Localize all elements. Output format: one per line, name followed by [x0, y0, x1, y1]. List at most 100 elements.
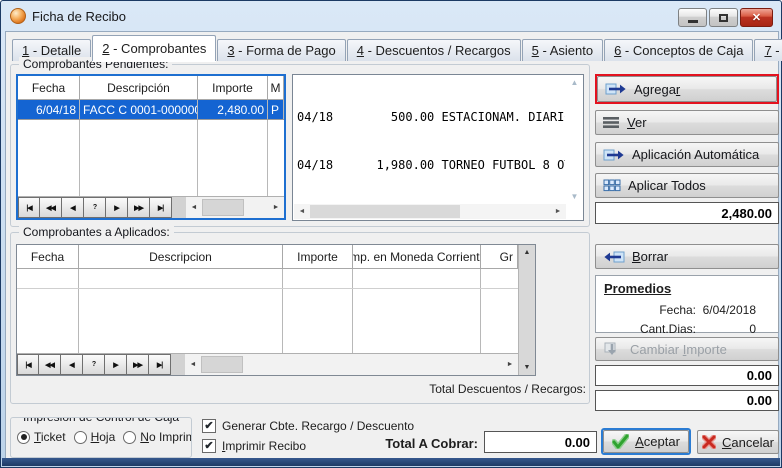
cell-importe: 2,480.00 [198, 100, 268, 119]
aplicacion-automatica-button[interactable]: Aplicación Automática [595, 142, 779, 167]
scroll-thumb[interactable] [310, 205, 460, 218]
scrollbar-filler [171, 354, 185, 375]
memo-vscrollbar[interactable]: ▲ ▼ [567, 76, 582, 203]
agregar-button[interactable]: Agregar [597, 76, 777, 102]
radio-no-imprimir[interactable]: No Imprimir [123, 430, 192, 444]
col-fecha[interactable]: Fecha [18, 76, 80, 100]
arrow-right-icon [605, 82, 627, 96]
pending-grid[interactable]: Fecha Descripción Importe M 6/04/18 FACC… [16, 74, 286, 220]
check-icon [612, 434, 629, 449]
nav-search-button[interactable]: ? [83, 354, 105, 375]
minimize-icon [688, 20, 698, 23]
cancelar-button[interactable]: Cancelar [697, 430, 779, 454]
nav-next-button[interactable]: ▶ [105, 354, 127, 375]
total-a-cobrar-field[interactable]: 0.00 [484, 431, 597, 453]
col-imp-moneda-corriente[interactable]: Imp. en Moneda Corriente [353, 245, 481, 269]
col-descripcion[interactable]: Descripcion [79, 245, 283, 269]
col-importe[interactable]: Importe [198, 76, 268, 100]
col-descripcion[interactable]: Descripción [80, 76, 198, 100]
screen: Ficha de Recibo ✕ 1 - Detalle 2 - Compro… [0, 0, 782, 468]
maximize-button[interactable] [709, 8, 738, 27]
radio-icon [123, 431, 136, 444]
nav-first-button[interactable]: |◀ [17, 354, 39, 375]
pending-grid-header: Fecha Descripción Importe M [18, 76, 284, 100]
minimize-button[interactable] [678, 8, 707, 27]
aceptar-focus-ring: Aceptar [601, 428, 691, 455]
aplicar-todos-label: Aplicar Todos [628, 178, 706, 193]
tab-asiento[interactable]: 5 - Asiento [522, 39, 603, 61]
scroll-thumb[interactable] [201, 356, 243, 373]
promedios-dias-label: Cant.Dias: [596, 322, 696, 336]
applied-grid[interactable]: Fecha Descripcion Importe Imp. en Moneda… [16, 244, 536, 376]
grid-squares-icon [603, 179, 621, 193]
tab-descuentos-recargos[interactable]: 4 - Descuentos / Recargos [347, 39, 521, 61]
scroll-right-icon[interactable]: ► [550, 204, 566, 219]
nav-next-page-button[interactable]: ▶▶ [128, 197, 150, 218]
nav-next-button[interactable]: ▶ [106, 197, 128, 218]
agregar-highlight: Agregar [595, 74, 779, 104]
radio-ticket[interactable]: Ticket [17, 430, 66, 444]
scroll-left-icon[interactable]: ◄ [185, 354, 201, 375]
nav-last-button[interactable]: ▶| [149, 354, 171, 375]
pending-grid-hscrollbar[interactable]: ◄ ► [172, 197, 284, 218]
col-moneda[interactable]: M [268, 76, 284, 100]
close-button[interactable]: ✕ [740, 8, 773, 27]
applied-grid-vscrollbar[interactable]: ▲ ▼ [518, 245, 535, 375]
scroll-left-icon[interactable]: ◄ [186, 197, 202, 218]
aplicacion-automatica-label: Aplicación Automática [632, 147, 759, 162]
maximize-icon [719, 14, 728, 22]
scroll-down-icon[interactable]: ▼ [524, 360, 531, 375]
pending-grid-navigator: |◀ ◀◀ ◀ ? ▶ ▶▶ ▶| ◄ ► [18, 196, 284, 218]
scroll-up-icon[interactable]: ▲ [524, 245, 531, 260]
titlebar[interactable]: Ficha de Recibo ✕ [1, 1, 781, 31]
cell-moneda: P [268, 100, 284, 119]
checkbox-imprimir-label: Imprimir Recibo [222, 439, 306, 453]
pending-row-selected[interactable]: 6/04/18 FACC C 0001-00000000 2,480.00 P [18, 100, 284, 120]
tab-comprobantes[interactable]: 2 - Comprobantes [92, 35, 216, 61]
scroll-down-icon[interactable]: ▼ [571, 190, 579, 203]
col-fecha[interactable]: Fecha [17, 245, 79, 269]
checkbox-imprimir-recibo[interactable]: ✔ Imprimir Recibo [202, 439, 306, 453]
nav-next-page-button[interactable]: ▶▶ [127, 354, 149, 375]
nav-first-button[interactable]: |◀ [18, 197, 40, 218]
scroll-right-icon[interactable]: ► [502, 354, 518, 375]
close-icon: ✕ [752, 11, 761, 24]
applied-grid-header: Fecha Descripcion Importe Imp. en Moneda… [17, 245, 518, 269]
nav-prior-button[interactable]: ◀ [62, 197, 84, 218]
print-control-group: Impresión de Control de Caja Ticket Hoja… [10, 417, 192, 458]
window-bottom-border [2, 458, 780, 466]
aceptar-button[interactable]: Aceptar [603, 430, 689, 453]
radio-no-imprimir-label: No Imprimir [140, 430, 192, 444]
applied-amount-field[interactable]: 0.00 [595, 365, 779, 386]
pending-detail-memo[interactable]: 04/18 500.00 ESTACIONAM. DIARIO 04/18 1,… [292, 74, 584, 221]
cambiar-importe-button[interactable]: Cambiar Importe [595, 337, 779, 361]
scroll-right-icon[interactable]: ► [268, 197, 284, 218]
applied-grid-hscrollbar[interactable]: ◄ ► [171, 354, 518, 375]
col-gr[interactable]: Gr [481, 245, 518, 269]
radio-hoja[interactable]: Hoja [74, 430, 116, 444]
agregar-label: Agregar [634, 82, 680, 97]
pending-amount-field[interactable]: 2,480.00 [595, 202, 779, 224]
promedios-fecha-value: 6/04/2018 [696, 303, 778, 317]
col-importe[interactable]: Importe [283, 245, 353, 269]
total-descuentos-field[interactable]: 0.00 [595, 390, 779, 411]
nav-prior-page-button[interactable]: ◀◀ [40, 197, 62, 218]
checkbox-generar-cbte[interactable]: ✔ Generar Cbte. Recargo / Descuento [202, 419, 414, 433]
tab-conceptos-de-caja[interactable]: 6 - Conceptos de Caja [604, 39, 753, 61]
nav-prior-button[interactable]: ◀ [61, 354, 83, 375]
tab-forma-de-pago[interactable]: 3 - Forma de Pago [217, 39, 345, 61]
ver-button[interactable]: Ver [595, 110, 779, 135]
aplicar-todos-button[interactable]: Aplicar Todos [595, 173, 779, 198]
scroll-up-icon[interactable]: ▲ [571, 76, 579, 89]
radio-selected-icon [17, 431, 30, 444]
nav-last-button[interactable]: ▶| [150, 197, 172, 218]
promedios-panel: Promedios Fecha: 6/04/2018 Cant.Dias: 0 [595, 275, 779, 333]
nav-prior-page-button[interactable]: ◀◀ [39, 354, 61, 375]
memo-hscrollbar[interactable]: ◄ ► [294, 204, 566, 219]
scroll-thumb[interactable] [202, 199, 244, 216]
scroll-left-icon[interactable]: ◄ [294, 204, 310, 219]
nav-search-button[interactable]: ? [84, 197, 106, 218]
borrar-button[interactable]: Borrar [595, 244, 779, 269]
dialog-client-area: 1 - Detalle 2 - Comprobantes 3 - Forma d… [5, 31, 779, 460]
tab-observacion[interactable]: 7 - Observación [754, 39, 782, 61]
